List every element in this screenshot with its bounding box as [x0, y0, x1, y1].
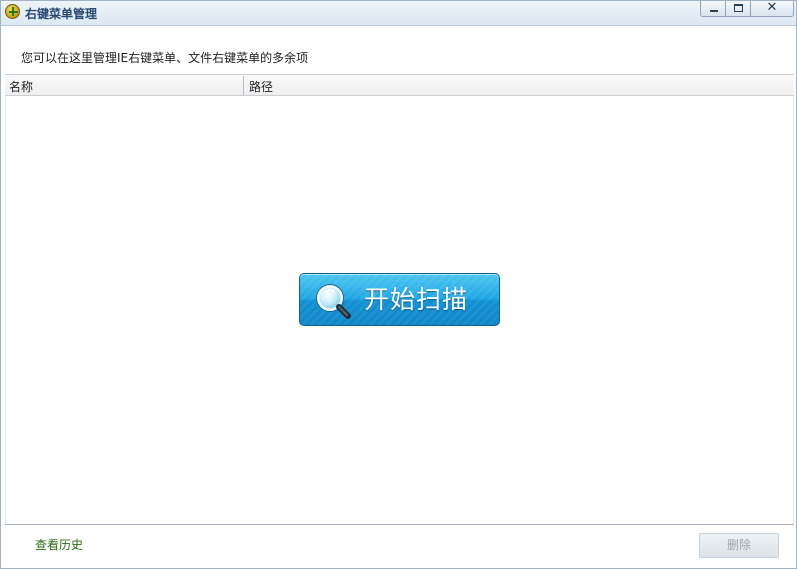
maximize-button[interactable]: [725, 1, 751, 17]
table-header: 名称 路径: [5, 74, 794, 96]
footer-divider: [5, 524, 794, 525]
minimize-button[interactable]: [700, 1, 726, 17]
app-logo-icon: [5, 4, 20, 19]
page-description: 您可以在这里管理IE右键菜单、文件右键菜单的多余项: [21, 51, 309, 65]
view-history-link[interactable]: 查看历史: [35, 536, 83, 553]
column-separator[interactable]: [243, 76, 244, 95]
title-bar[interactable]: 右键菜单管理 ✕: [1, 1, 796, 26]
magnifier-icon: [316, 284, 351, 319]
maximize-icon: [734, 4, 743, 12]
close-button[interactable]: ✕: [750, 1, 794, 17]
column-header-name[interactable]: 名称: [9, 78, 33, 95]
column-header-path[interactable]: 路径: [249, 78, 273, 95]
minimize-icon: [710, 10, 718, 12]
window-title: 右键菜单管理: [25, 7, 98, 21]
main-window: 右键菜单管理 ✕ 您可以在这里管理IE右键菜单、文件右键菜单的多余项 名称 路径: [0, 0, 797, 569]
delete-button[interactable]: 删除: [699, 533, 779, 558]
close-icon: ✕: [766, 0, 778, 15]
start-scan-label: 开始扫描: [364, 285, 469, 314]
start-scan-button[interactable]: 开始扫描: [299, 273, 500, 326]
